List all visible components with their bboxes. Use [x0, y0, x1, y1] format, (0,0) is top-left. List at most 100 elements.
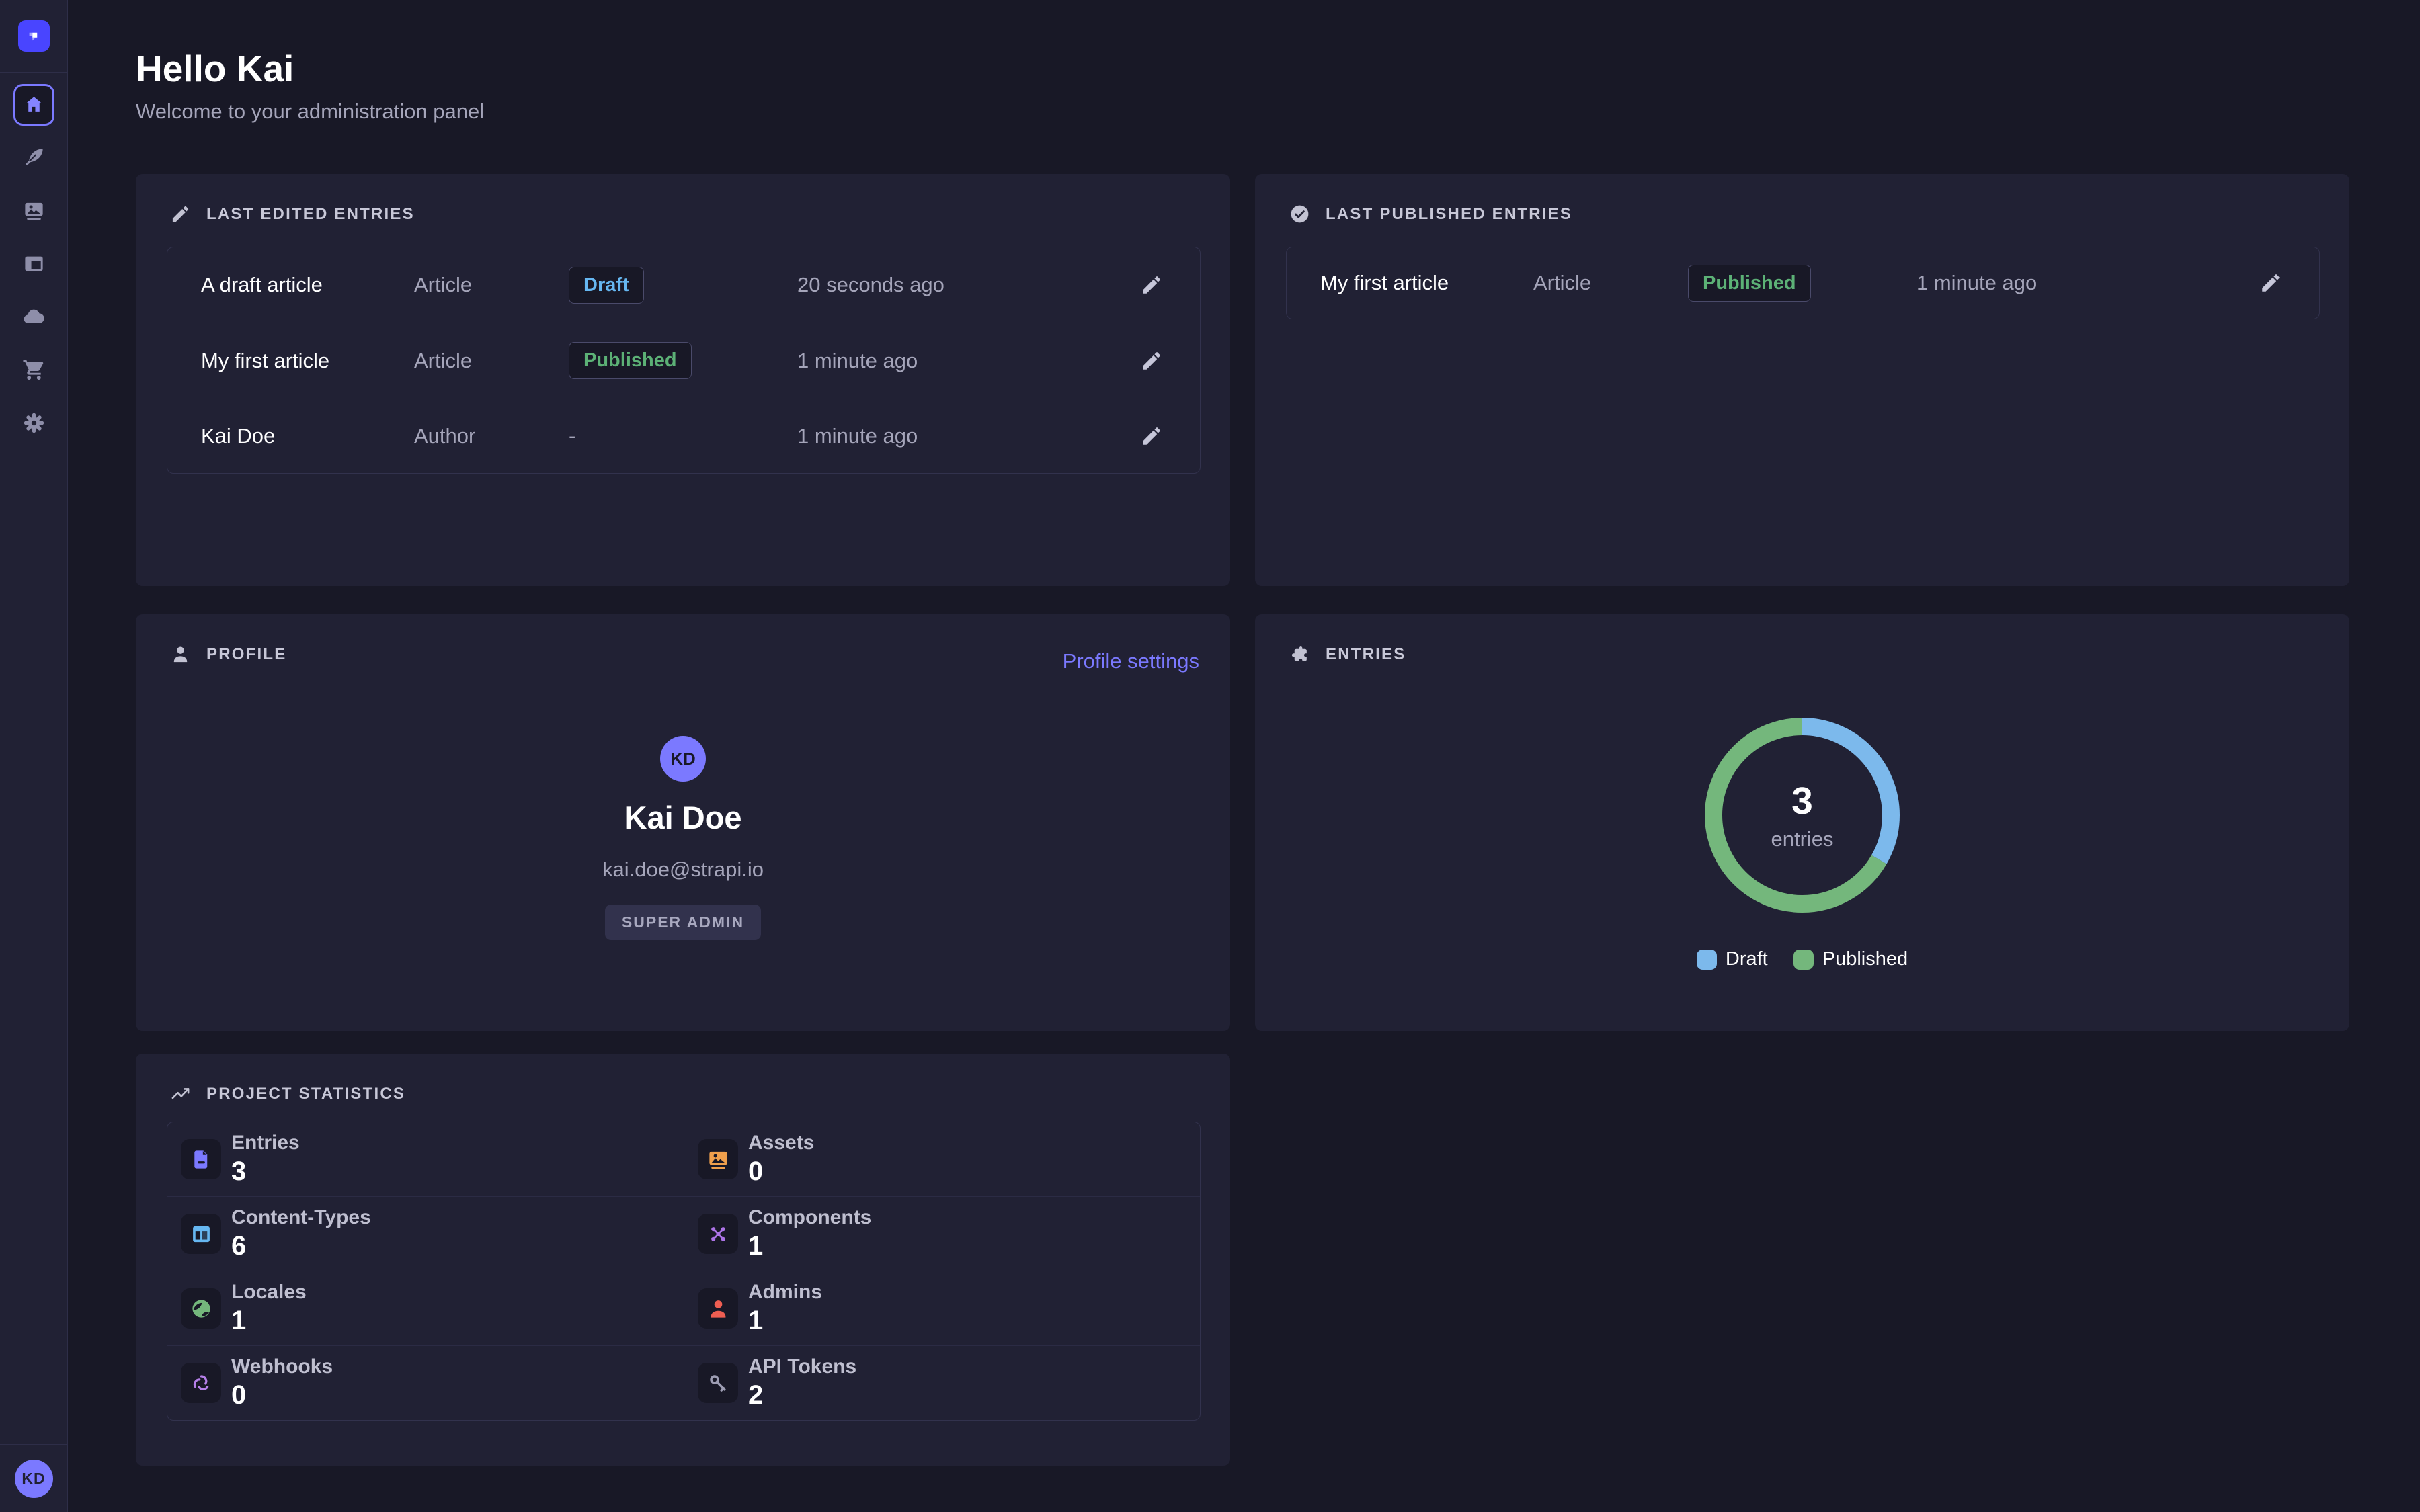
pencil-icon	[2259, 271, 2282, 294]
edit-entry-button[interactable]	[1137, 421, 1166, 451]
stat-text: Components 1	[748, 1206, 871, 1261]
strapi-logo-glyph	[24, 27, 43, 46]
sidebar-item-media-library[interactable]	[0, 184, 68, 237]
card-title: ENTRIES	[1326, 645, 1406, 664]
sidebar-item-marketplace[interactable]	[0, 343, 68, 396]
pencil-icon	[1140, 425, 1163, 448]
stat-label: Locales	[231, 1281, 307, 1304]
stat-text: Assets 0	[748, 1132, 814, 1187]
edit-entry-button[interactable]	[1137, 346, 1166, 376]
table-row[interactable]: A draft article Article Draft 20 seconds…	[167, 247, 1200, 323]
file-icon	[190, 1148, 213, 1171]
table-row[interactable]: My first article Article Published 1 min…	[1287, 247, 2319, 319]
stat-value: 0	[748, 1157, 814, 1187]
images-icon	[707, 1148, 730, 1171]
stat-text: Webhooks 0	[231, 1355, 333, 1411]
profile-card: PROFILE Profile settings KD Kai Doe kai.…	[136, 614, 1230, 1031]
stat-api-tokens: API Tokens 2	[684, 1346, 1200, 1420]
entry-kind: Article	[414, 273, 569, 297]
globe-icon	[190, 1297, 213, 1320]
card-title: PROFILE	[206, 645, 286, 664]
images-icon	[22, 199, 46, 222]
check-circle-icon	[1289, 204, 1310, 224]
cart-icon	[22, 358, 46, 382]
stat-label: API Tokens	[748, 1355, 856, 1378]
user-avatar[interactable]: KD	[15, 1460, 53, 1498]
entry-name: My first article	[201, 349, 414, 373]
sidebar-item-home[interactable]	[0, 78, 68, 131]
profile-avatar: KD	[660, 736, 706, 782]
stats-row: Entries 3	[167, 1122, 1200, 1196]
entry-time: 1 minute ago	[797, 424, 1076, 448]
card-header: ENTRIES	[1289, 644, 1406, 665]
stat-components: Components 1	[684, 1197, 1200, 1271]
status-badge: Published	[569, 342, 692, 379]
stat-label: Components	[748, 1206, 871, 1229]
sidebar-nav	[0, 73, 67, 450]
home-active-pill	[13, 84, 54, 126]
stat-admins: Admins 1	[684, 1271, 1200, 1345]
edit-entry-button[interactable]	[2256, 268, 2286, 298]
strapi-admin-dashboard: KD Hello Kai Welcome to your administrat…	[0, 0, 2420, 1512]
project-statistics-card: PROJECT STATISTICS Entries	[136, 1054, 1230, 1466]
status-badge: Draft	[569, 267, 644, 304]
legend-item-published: Published	[1793, 948, 1908, 970]
stat-value: 3	[231, 1157, 300, 1187]
role-badge: SUPER ADMIN	[605, 905, 761, 940]
legend-item-draft: Draft	[1697, 948, 1768, 970]
trend-up-icon	[170, 1083, 191, 1104]
main-content: Hello Kai Welcome to your administration…	[68, 0, 2420, 1512]
sidebar-item-content-type-builder[interactable]	[0, 237, 68, 290]
stat-label: Content-Types	[231, 1206, 371, 1229]
gear-icon	[22, 411, 46, 435]
draft-color-chip	[1697, 950, 1717, 970]
stat-value: 1	[231, 1306, 307, 1336]
stat-text: Locales 1	[231, 1281, 307, 1336]
stat-tile	[698, 1363, 738, 1403]
profile-settings-link[interactable]: Profile settings	[1063, 649, 1199, 673]
sidebar-item-settings[interactable]	[0, 396, 68, 450]
stat-label: Entries	[231, 1132, 300, 1154]
entry-kind: Author	[414, 424, 569, 448]
person-icon	[170, 644, 191, 665]
sidebar-item-content-manager[interactable]	[0, 131, 68, 184]
stat-tile	[181, 1288, 221, 1329]
stats-row: Content-Types 6	[167, 1196, 1200, 1271]
entry-name: A draft article	[201, 273, 414, 297]
stat-webhooks: Webhooks 0	[167, 1346, 684, 1420]
entries-card: ENTRIES 3 entries Draft P	[1255, 614, 2349, 1031]
entry-time: 1 minute ago	[797, 349, 1076, 373]
stat-tile	[181, 1139, 221, 1179]
profile-email: kai.doe@strapi.io	[602, 857, 764, 882]
stat-value: 1	[748, 1231, 871, 1261]
table-row[interactable]: Kai Doe Author - 1 minute ago	[167, 398, 1200, 473]
stat-label: Assets	[748, 1132, 814, 1154]
pencil-icon	[1140, 274, 1163, 296]
edit-entry-button[interactable]	[1137, 270, 1166, 300]
logo-area	[0, 0, 67, 73]
entry-name: My first article	[1320, 271, 1533, 295]
table-row[interactable]: My first article Article Published 1 min…	[167, 323, 1200, 398]
card-title: LAST EDITED ENTRIES	[206, 205, 415, 224]
card-header: LAST EDITED ENTRIES	[170, 204, 415, 224]
entry-time: 20 seconds ago	[797, 273, 1076, 297]
stats-row: Locales 1 Admins 1	[167, 1271, 1200, 1345]
stat-tile	[698, 1139, 738, 1179]
page-title: Hello Kai	[136, 47, 294, 90]
legend-label: Draft	[1726, 948, 1768, 970]
strapi-logo[interactable]	[18, 20, 50, 52]
stat-entries: Entries 3	[167, 1122, 684, 1196]
stat-value: 6	[231, 1231, 371, 1261]
pencil-icon	[170, 204, 191, 224]
stat-label: Admins	[748, 1281, 822, 1304]
key-icon	[707, 1372, 730, 1395]
stat-text: Admins 1	[748, 1281, 822, 1336]
feather-icon	[22, 146, 46, 169]
stat-locales: Locales 1	[167, 1271, 684, 1345]
stat-value: 1	[748, 1306, 822, 1336]
last-edited-table: A draft article Article Draft 20 seconds…	[167, 247, 1201, 474]
stat-tile	[698, 1288, 738, 1329]
layout-icon	[22, 252, 46, 276]
stat-assets: Assets 0	[684, 1122, 1200, 1196]
sidebar-item-deploy[interactable]	[0, 290, 68, 343]
